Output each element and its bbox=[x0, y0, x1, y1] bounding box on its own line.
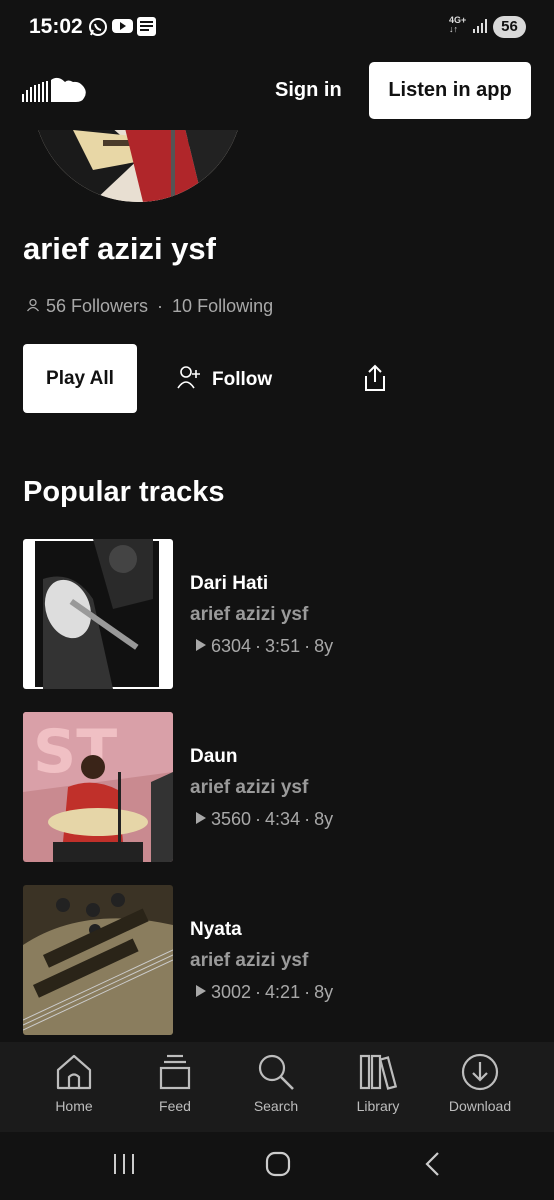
share-icon bbox=[362, 364, 388, 396]
track-artwork[interactable] bbox=[23, 885, 173, 1035]
popular-tracks-title: Popular tracks bbox=[23, 476, 225, 508]
track-duration: 4:21 bbox=[265, 982, 301, 1002]
track-age: 8y bbox=[314, 636, 334, 656]
profile-name: arief azizi ysf bbox=[23, 231, 216, 266]
feed-icon bbox=[159, 1054, 191, 1090]
signal-icon bbox=[472, 18, 488, 39]
library-icon bbox=[359, 1054, 398, 1090]
nav-label: Search bbox=[253, 1098, 299, 1114]
track-duration: 3:51 bbox=[265, 636, 301, 656]
play-icon bbox=[195, 982, 207, 1003]
track-duration: 4:34 bbox=[265, 809, 301, 829]
sign-in-link[interactable]: Sign in bbox=[275, 79, 342, 102]
track-item[interactable]: Dari Hati arief azizi ysf 6304 · 3:51 · … bbox=[23, 539, 523, 689]
track-plays: 3560 bbox=[211, 809, 252, 829]
nav-feed[interactable]: Feed bbox=[125, 1052, 225, 1114]
nav-search[interactable]: Search bbox=[226, 1052, 326, 1114]
track-artwork[interactable] bbox=[23, 539, 173, 689]
status-bar: 15:02 4G+ ↓↑ 56 bbox=[0, 0, 554, 52]
track-title[interactable]: Nyata bbox=[190, 919, 242, 941]
nav-library[interactable]: Library bbox=[328, 1052, 428, 1114]
nav-label: Download bbox=[448, 1098, 512, 1114]
app-header: Sign in Listen in app bbox=[0, 52, 554, 130]
track-artist[interactable]: arief azizi ysf bbox=[190, 777, 308, 799]
track-artist[interactable]: arief azizi ysf bbox=[190, 950, 308, 972]
home-button-icon[interactable] bbox=[265, 1151, 291, 1182]
nav-label: Library bbox=[356, 1098, 400, 1114]
track-meta: 3002 · 4:21 · 8y bbox=[195, 982, 333, 1003]
system-navigation-bar bbox=[0, 1132, 554, 1200]
play-icon bbox=[195, 809, 207, 830]
track-plays: 6304 bbox=[211, 636, 252, 656]
download-icon bbox=[461, 1053, 499, 1091]
track-artwork[interactable]: ST bbox=[23, 712, 173, 862]
nav-label: Feed bbox=[159, 1098, 191, 1114]
follow-button[interactable]: Follow bbox=[176, 364, 272, 396]
share-button[interactable] bbox=[362, 364, 388, 397]
profile-stats: 56 Followers · 10 Following bbox=[26, 296, 273, 317]
track-meta: 6304 · 3:51 · 8y bbox=[195, 636, 333, 657]
bottom-navigation: Home Feed Search Library Download bbox=[0, 1042, 554, 1132]
stats-separator: · bbox=[157, 296, 164, 316]
followers-count[interactable]: 56 Followers bbox=[46, 296, 148, 317]
following-count[interactable]: 10 Following bbox=[172, 296, 273, 317]
track-artist[interactable]: arief azizi ysf bbox=[190, 604, 308, 626]
home-icon bbox=[56, 1054, 92, 1090]
nav-label: Home bbox=[55, 1098, 93, 1114]
recent-apps-icon[interactable] bbox=[112, 1152, 136, 1181]
search-icon bbox=[258, 1054, 294, 1090]
status-time: 15:02 bbox=[29, 15, 83, 38]
bri-mo-icon bbox=[137, 17, 156, 41]
track-age: 8y bbox=[314, 982, 334, 1002]
network-indicator: 4G+ ↓↑ bbox=[449, 15, 467, 34]
svg-text:ST: ST bbox=[33, 717, 117, 787]
add-user-icon bbox=[176, 364, 202, 396]
track-plays: 3002 bbox=[211, 982, 252, 1002]
battery-indicator: 56 bbox=[493, 16, 526, 38]
youtube-icon bbox=[112, 17, 133, 40]
soundcloud-logo[interactable] bbox=[22, 76, 88, 111]
nav-home[interactable]: Home bbox=[24, 1052, 124, 1114]
follow-label: Follow bbox=[212, 369, 273, 390]
track-item[interactable]: ST Daun arief azizi ysf 3560 · 4:34 · 8y bbox=[23, 712, 523, 862]
play-icon bbox=[195, 636, 207, 657]
track-title[interactable]: Dari Hati bbox=[190, 573, 268, 595]
track-item[interactable]: Nyata arief azizi ysf 3002 · 4:21 · 8y bbox=[23, 885, 523, 1035]
whatsapp-icon bbox=[88, 17, 108, 42]
play-all-button[interactable]: Play All bbox=[23, 344, 137, 413]
user-icon bbox=[26, 296, 40, 317]
nav-download[interactable]: Download bbox=[430, 1052, 530, 1114]
track-title[interactable]: Daun bbox=[190, 746, 238, 768]
track-meta: 3560 · 4:34 · 8y bbox=[195, 809, 333, 830]
back-icon[interactable] bbox=[424, 1151, 442, 1182]
track-age: 8y bbox=[314, 809, 334, 829]
listen-in-app-button[interactable]: Listen in app bbox=[369, 62, 531, 119]
